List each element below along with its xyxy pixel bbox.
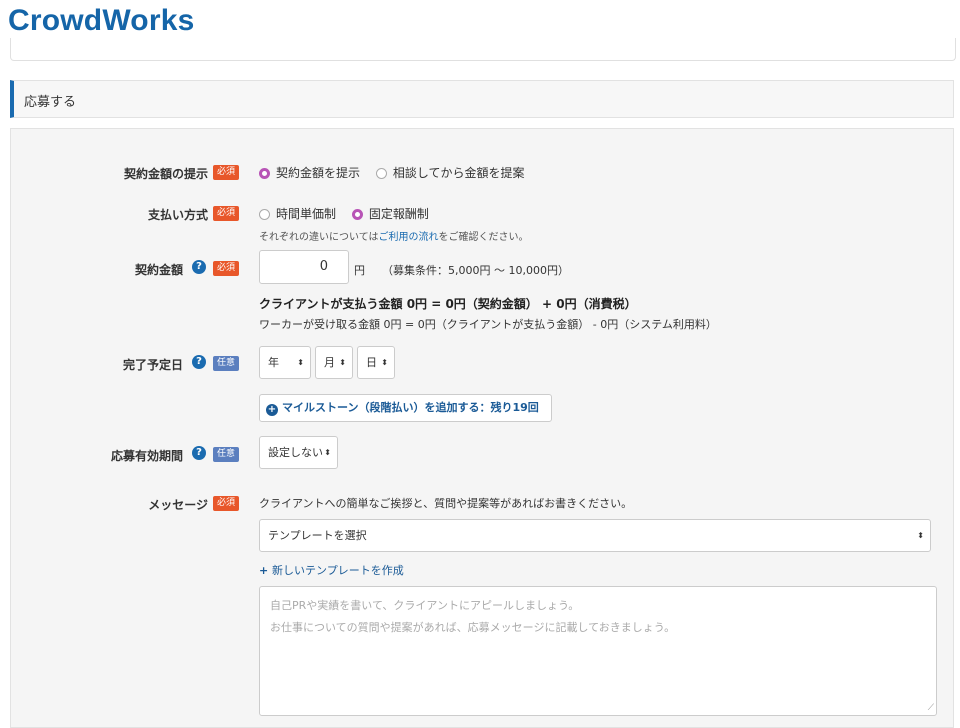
validity-select[interactable]: 設定しない ⬍ [259,436,338,469]
payment-method-note: それぞれの違いについてはご利用の流れをご確認ください。 [259,232,529,243]
updown-chevron-icon: ⬍ [381,358,388,367]
completion-date-label: 完了予定日 [122,358,183,372]
year-select[interactable]: 年 ⬍ [259,346,311,379]
message-textarea[interactable]: 自己PRや実績を書いて、クライアントにアピールしましょう。 お仕事についての質問… [259,586,937,716]
usage-flow-link[interactable]: ご利用の流れ [379,232,439,243]
plus-icon: + [259,564,273,577]
message-label: メッセージ [148,498,208,512]
updown-chevron-icon: ⬍ [339,358,346,367]
message-hint: クライアントへの簡単なご挨拶と、質問や提案等があればお書きください。 [259,497,633,510]
section-title: 応募する [24,95,77,110]
required-badge: 必須 [213,261,240,276]
radio-unselected-icon[interactable] [375,168,387,179]
required-badge: 必須 [213,206,240,221]
validity-period-label: 応募有効期間 [110,449,183,463]
contract-proposal-label: 契約金額の提示 [123,167,208,181]
radio-present-amount[interactable]: 契約金額を提示 [259,166,372,180]
radio-consult-first[interactable]: 相談してから金額を提案 [375,166,537,180]
payment-method-label: 支払い方式 [147,208,208,222]
placeholder-line-1: 自己PRや実績を書いて、クライアントにアピールしましょう。 [270,599,580,612]
radio-selected-icon[interactable] [259,168,270,179]
month-select[interactable]: 月 ⬍ [315,346,353,379]
contract-amount-label: 契約金額 [134,263,183,277]
apply-section-header: 応募する [10,80,954,118]
radio-selected-icon[interactable] [351,209,363,220]
client-pay-amount: クライアントが支払う金額 0円 = 0円（契約金額） + 0円（消費税） [259,297,637,311]
payment-method-options: 時間単価制 固定報酬制 [259,205,441,222]
amount-condition: （募集条件：5,000円 〜 10,000円） [382,264,569,277]
crowdworks-logo[interactable]: CrowdWorks [8,4,194,38]
radio-hourly[interactable]: 時間単価制 [259,207,348,221]
radio-fixed[interactable]: 固定報酬制 [351,207,441,221]
question-circle-icon[interactable]: ? [192,260,206,274]
plus-circle-icon: + [266,404,278,416]
required-badge: 必須 [213,165,240,180]
previous-card-edge [10,38,956,61]
template-select[interactable]: テンプレートを選択 ⬍ [259,519,931,552]
updown-chevron-icon: ⬍ [324,448,331,457]
optional-badge: 任意 [213,356,240,371]
optional-badge: 任意 [213,447,240,462]
contract-proposal-options: 契約金額を提示 相談してから金額を提案 [259,164,537,181]
worker-receive-amount: ワーカーが受け取る金額 0円 = 0円（クライアントが支払う金額） - 0円（シ… [259,318,717,331]
day-select[interactable]: 日 ⬍ [357,346,395,379]
placeholder-line-2: お仕事についての質問や提案があれば、応募メッセージに記載しておきましょう。 [270,621,676,634]
yen-unit: 円 [354,264,365,277]
question-circle-icon[interactable]: ? [192,355,206,369]
updown-chevron-icon: ⬍ [297,358,304,367]
contract-amount-input[interactable]: 0 [259,250,349,284]
radio-unselected-icon[interactable] [259,209,270,220]
add-milestone-button[interactable]: + マイルストーン（段階払い）を追加する：残り19回 [259,394,552,422]
question-circle-icon[interactable]: ? [192,446,206,460]
updown-chevron-icon: ⬍ [917,531,924,540]
resize-grip-icon[interactable]: ⟋ [928,704,934,713]
required-badge: 必須 [213,496,240,511]
new-template-link[interactable]: + 新しいテンプレートを作成 [259,562,404,578]
